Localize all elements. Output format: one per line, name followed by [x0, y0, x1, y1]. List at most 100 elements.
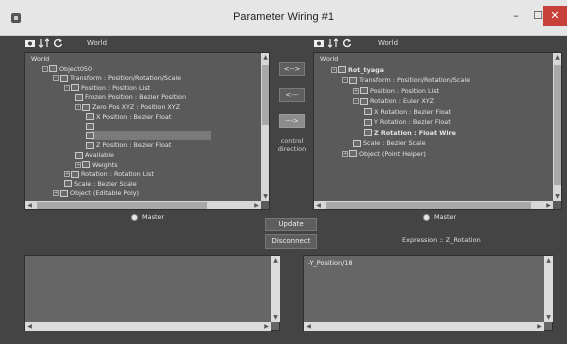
tree-row[interactable]: - Zero Pos XYZ : Position XYZ [75, 102, 180, 112]
controller-icon [338, 66, 346, 73]
left-tree-vscroll[interactable]: ▲ ▼ [261, 53, 269, 201]
right-tree-hscroll[interactable]: ◀ ▶ [314, 201, 553, 209]
scroll-left-arrow[interactable]: ◀ [314, 201, 323, 209]
collapse-icon[interactable]: - [64, 84, 70, 91]
tree-row[interactable]: + Weights [75, 160, 118, 170]
tree-row[interactable]: - Transform : Position/Rotation/Scale [342, 75, 470, 85]
scroll-thumb[interactable] [262, 65, 269, 125]
scroll-right-arrow[interactable]: ▶ [262, 322, 271, 331]
scroll-down-arrow[interactable]: ▼ [544, 313, 553, 322]
tree-row[interactable]: + Object (Editable Poly) [53, 188, 139, 198]
tree-row[interactable]: - Rot_tyaga [331, 65, 384, 75]
master-left-radio[interactable] [131, 214, 138, 221]
left-editor-vscroll[interactable]: ▲ ▼ [271, 256, 280, 322]
master-right-radio[interactable] [423, 214, 430, 221]
scroll-right-arrow[interactable]: ▶ [252, 201, 261, 209]
collapse-icon[interactable]: - [342, 77, 348, 83]
tree-row[interactable]: + Position : Position List [353, 86, 439, 96]
left-editor-hscroll[interactable]: ◀ ▶ [25, 322, 271, 331]
controller-icon [86, 141, 94, 149]
controller-icon [82, 103, 90, 111]
tree-row-label: Position : Position List [370, 86, 440, 95]
update-button[interactable]: Update [265, 218, 317, 231]
tree-row[interactable]: Scale : Bezier Scale [353, 138, 426, 148]
collapse-icon[interactable]: - [53, 75, 59, 82]
refresh-icon[interactable] [342, 38, 352, 48]
tree-row-label: X Rotation : Bezier Float [374, 107, 452, 116]
camera-icon[interactable] [25, 38, 35, 48]
collapse-icon[interactable]: - [331, 66, 337, 73]
scroll-right-arrow[interactable]: ▶ [544, 201, 553, 209]
tree-row-label: World [320, 55, 339, 63]
scroll-up-arrow[interactable]: ▲ [544, 256, 553, 265]
scroll-down-arrow[interactable]: ▼ [553, 192, 561, 201]
collapse-icon[interactable]: - [42, 65, 48, 72]
tree-row[interactable]: Z Position : Bezier Float [86, 140, 171, 150]
scroll-up-arrow[interactable]: ▲ [261, 53, 269, 62]
wire-left-button[interactable]: <--- [279, 88, 305, 102]
tree-row-label: Scale : Bezier Scale [363, 139, 426, 147]
right-tree-vscroll[interactable]: ▲ ▼ [553, 53, 561, 201]
right-expression-editor[interactable]: -Y_Position/18 ▲ ▼ ◀ ▶ [303, 255, 553, 331]
controller-icon [60, 74, 68, 82]
right-editor-hscroll[interactable]: ◀ ▶ [304, 322, 544, 331]
swap-icon[interactable] [328, 38, 338, 48]
expand-icon[interactable]: + [75, 161, 81, 168]
tree-row-label: Object (Editable Poly) [70, 189, 140, 198]
tree-row[interactable]: Y Rotation : Bezier Float [364, 117, 451, 127]
right-tree-view[interactable]: World - Rot_tyaga - Transform : Position/Rot… [313, 52, 562, 210]
tree-row[interactable]: Frozen Position : Bezier Position [75, 92, 186, 102]
tree-row[interactable]: Z Rotation : Float Wire [364, 128, 456, 138]
collapse-icon[interactable]: - [75, 104, 81, 110]
tree-row-label: Rot_tyaga [348, 65, 384, 74]
tree-row[interactable]: Scale : Bezier Scale [64, 179, 137, 189]
tree-row[interactable]: X Rotation : Bezier Float [364, 107, 451, 117]
expand-icon[interactable]: + [342, 150, 348, 157]
collapse-icon[interactable]: - [353, 98, 359, 104]
tree-row[interactable] [86, 131, 96, 141]
scroll-down-arrow[interactable]: ▼ [261, 192, 269, 201]
scroll-left-arrow[interactable]: ◀ [304, 322, 313, 331]
scroll-thumb[interactable] [326, 202, 531, 209]
scroll-thumb[interactable] [554, 65, 561, 185]
minimize-button[interactable]: – [505, 6, 527, 26]
tree-row[interactable]: Available [75, 150, 114, 160]
left-expression-editor[interactable]: ▲ ▼ ◀ ▶ [24, 255, 280, 331]
tree-row[interactable]: - Transform : Position/Rotation/Scale [53, 73, 181, 83]
scroll-up-arrow[interactable]: ▲ [553, 53, 561, 62]
scroll-down-arrow[interactable]: ▼ [271, 313, 280, 322]
tree-row[interactable]: + Object (Point Helper) [342, 149, 426, 159]
wire-right-button[interactable]: ---> [279, 114, 305, 128]
tree-row[interactable]: World [320, 54, 338, 64]
tree-row[interactable] [86, 121, 96, 131]
tree-row-label: Position : Position List [81, 83, 151, 92]
expand-icon[interactable]: + [353, 87, 359, 94]
scroll-up-arrow[interactable]: ▲ [271, 256, 280, 265]
scroll-left-arrow[interactable]: ◀ [25, 201, 34, 209]
left-toolbar: World [25, 36, 265, 52]
refresh-icon[interactable] [53, 38, 63, 48]
right-editor-vscroll[interactable]: ▲ ▼ [544, 256, 553, 322]
tree-row-label: Z Position : Bezier Float [96, 141, 172, 150]
scroll-left-arrow[interactable]: ◀ [25, 322, 34, 331]
bidirectional-wire-button[interactable]: <--> [279, 62, 305, 76]
camera-icon[interactable] [314, 38, 324, 48]
close-button[interactable]: ✕ [543, 6, 567, 26]
scroll-thumb[interactable] [37, 202, 207, 209]
right-toolbar: World [314, 36, 554, 52]
expand-icon[interactable]: + [64, 171, 70, 178]
tree-row[interactable]: - Position : Position List [64, 83, 150, 93]
expand-icon[interactable]: + [53, 190, 59, 197]
scroll-right-arrow[interactable]: ▶ [535, 322, 544, 331]
controller-icon [86, 122, 94, 130]
tree-row[interactable]: - Object050 [42, 64, 92, 74]
tree-row-label: Frozen Position : Bezier Position [85, 93, 186, 102]
tree-row[interactable]: World [31, 54, 49, 64]
left-tree-hscroll[interactable]: ◀ ▶ [25, 201, 261, 209]
left-tree-view[interactable]: World - Object050- Transform : Position/Rot… [24, 52, 270, 210]
tree-row[interactable]: X Position : Bezier Float [86, 112, 171, 122]
swap-icon[interactable] [39, 38, 49, 48]
tree-row[interactable]: + Rotation : Rotation List [64, 169, 154, 179]
disconnect-button[interactable]: Disconnect [265, 234, 317, 249]
tree-row[interactable]: - Rotation : Euler XYZ [353, 96, 434, 106]
